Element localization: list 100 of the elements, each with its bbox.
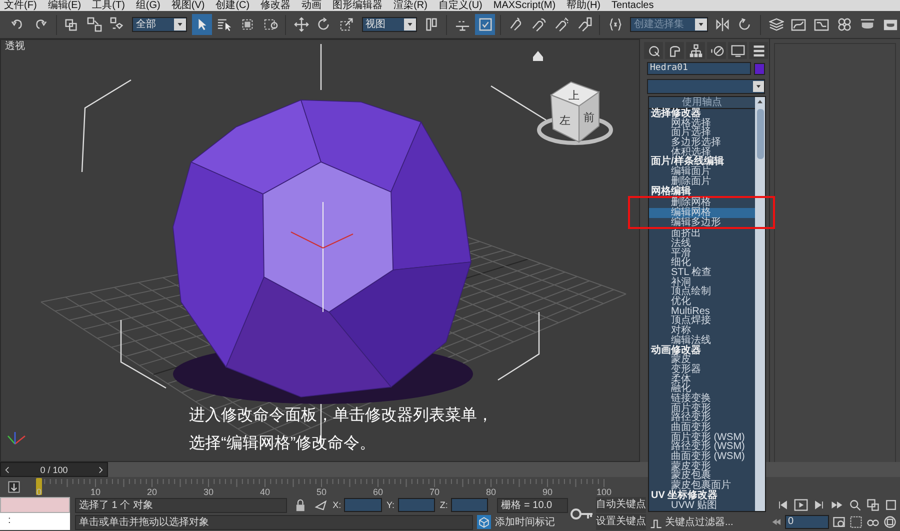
create-icon[interactable] xyxy=(644,42,663,59)
menu-item[interactable]: 修改器 xyxy=(260,0,291,11)
list-item[interactable]: 编辑网格 xyxy=(649,208,755,218)
time-config-icon[interactable] xyxy=(832,515,846,529)
script-output-field[interactable]: : xyxy=(0,513,70,530)
coordinate-field[interactable] xyxy=(398,498,435,512)
previous-frame-icon[interactable] xyxy=(776,498,790,512)
zoom-icon[interactable] xyxy=(848,498,862,512)
list-item[interactable]: 融化 xyxy=(649,384,755,394)
list-item[interactable]: 网格选择 xyxy=(649,118,755,128)
set-key-button[interactable]: 设置关键点 xyxy=(596,514,646,530)
menu-item[interactable]: 工具(T) xyxy=(92,0,125,11)
coordinate-field[interactable] xyxy=(344,498,382,512)
checkbox-icon[interactable] xyxy=(475,14,495,35)
pivot-gizmo-icon xyxy=(290,202,354,312)
list-item[interactable]: 细化 xyxy=(649,258,755,268)
viewcube-label[interactable]: 左 xyxy=(560,115,570,127)
modifier-list-dropdown[interactable] xyxy=(647,79,765,94)
list-item[interactable]: 蒙皮包裹面片 xyxy=(649,481,755,491)
list-item[interactable]: 优化 xyxy=(649,297,755,307)
menu-item[interactable]: 编辑(E) xyxy=(48,0,82,11)
menu-item[interactable]: Tentacles xyxy=(612,0,654,11)
menu-item[interactable]: 图形编辑器 xyxy=(332,0,383,11)
list-heading[interactable]: UV 坐标修改器 xyxy=(649,490,755,500)
list-item[interactable]: 变形器 xyxy=(649,364,755,375)
motion-icon[interactable] xyxy=(707,42,726,59)
list-item[interactable]: 法线 xyxy=(649,238,755,249)
cursor-icon[interactable] xyxy=(192,14,212,35)
list-item[interactable]: 多边形选择 xyxy=(649,138,755,148)
list-header[interactable]: 使用轴点 xyxy=(649,97,755,109)
lock-icon[interactable] xyxy=(294,498,307,512)
list-item[interactable]: 平滑 xyxy=(649,248,755,258)
list-item[interactable]: 删除面片 xyxy=(649,176,755,186)
coordinate-label: Z: xyxy=(440,499,448,511)
object-color-swatch[interactable] xyxy=(754,62,765,74)
frame-label: 50 xyxy=(316,487,326,497)
list-item[interactable]: 顶点绘制 xyxy=(649,287,755,298)
viewcube-label[interactable]: 前 xyxy=(584,112,594,124)
frame-label: 60 xyxy=(373,487,383,497)
time-tag-text[interactable]: 添加时间标记 xyxy=(495,516,555,528)
orbit-icon[interactable] xyxy=(883,515,897,529)
list-item[interactable]: 编辑多边形 xyxy=(649,218,755,228)
go-to-start-icon[interactable] xyxy=(770,516,782,528)
hierarchy-icon[interactable] xyxy=(686,42,705,59)
list-item[interactable]: 蒙皮 xyxy=(649,355,755,365)
zoom-extents-icon[interactable] xyxy=(884,498,898,512)
list-item[interactable]: 面片变形 xyxy=(649,404,755,414)
viewcube[interactable]: 上 左 前 xyxy=(537,81,613,145)
coordinate-field[interactable] xyxy=(450,498,488,512)
script-listener-field[interactable] xyxy=(0,497,70,513)
frame-label: 40 xyxy=(260,487,270,497)
menu-item[interactable]: 创建(C) xyxy=(216,0,250,11)
scrollbar[interactable] xyxy=(755,97,765,511)
list-item[interactable]: 曲面变形 xyxy=(649,423,755,433)
key-filters-button[interactable]: 关键点过滤器... xyxy=(665,516,734,530)
object-name-field[interactable]: Hedra01 xyxy=(647,62,751,75)
list-item[interactable]: 链接变换 xyxy=(649,394,755,404)
dropdown[interactable]: 视图 xyxy=(362,17,417,32)
list-item[interactable]: 蒙皮变形 xyxy=(649,462,755,472)
key-curve-icon[interactable] xyxy=(650,516,663,530)
dropdown[interactable]: 全部 xyxy=(132,17,187,32)
viewport-label[interactable]: 透视 xyxy=(5,41,25,52)
list-item[interactable]: 对称 xyxy=(649,326,755,336)
display-icon[interactable] xyxy=(728,42,747,59)
viewcube-label[interactable]: 上 xyxy=(568,90,580,102)
list-item[interactable]: 柔体 xyxy=(649,374,755,384)
menu-item[interactable]: 视图(V) xyxy=(171,0,205,11)
scroll-thumb[interactable] xyxy=(756,109,764,159)
menu-item[interactable]: MAXScript(M) xyxy=(493,0,556,11)
next-frame-icon[interactable] xyxy=(812,498,826,512)
polyhedron-drawing[interactable] xyxy=(172,99,473,404)
list-heading[interactable]: 网格编辑 xyxy=(649,186,755,196)
auto-key-button[interactable]: 自动关键点 xyxy=(596,497,646,513)
menu-item[interactable]: 动画 xyxy=(302,0,322,11)
caret-icon xyxy=(694,18,707,31)
list-item[interactable]: 删除网格 xyxy=(649,198,755,208)
menu-item[interactable]: 帮助(H) xyxy=(566,0,600,11)
list-item[interactable]: 编辑法线 xyxy=(649,336,755,346)
zoom-region-icon[interactable] xyxy=(849,515,863,529)
home-icon[interactable] xyxy=(533,51,543,61)
list-item[interactable]: 曲面变形 (WSM) xyxy=(649,452,755,462)
modify-icon[interactable] xyxy=(665,42,684,59)
list-heading[interactable]: 动画修改器 xyxy=(649,346,755,356)
utilities-icon[interactable] xyxy=(749,42,768,59)
list-item[interactable]: 编辑面片 xyxy=(649,167,755,177)
menu-item[interactable]: 组(G) xyxy=(136,0,160,11)
axis-tripod-icon xyxy=(8,432,26,444)
zoom-all-icon[interactable] xyxy=(866,498,880,512)
list-item[interactable]: UVW 贴图 xyxy=(649,500,755,510)
list-item[interactable]: STL 检查 xyxy=(649,268,755,278)
timeline-ruler[interactable]: 0 10 20 30 40 50 60 70 80 90 100 xyxy=(33,477,643,497)
list-heading[interactable]: 选择修改器 xyxy=(649,109,755,119)
frame-field[interactable]: 0 xyxy=(785,515,829,529)
play-icon[interactable] xyxy=(794,498,808,512)
absolute-mode-icon[interactable] xyxy=(314,498,328,512)
cube-icon[interactable] xyxy=(477,515,491,529)
key-mode-icon[interactable] xyxy=(7,480,21,494)
list-item[interactable]: 面片变形 (WSM) xyxy=(649,432,755,442)
time-slider-handle[interactable]: 0 / 100 xyxy=(0,462,108,477)
list-item[interactable]: 路径变形 xyxy=(649,413,755,423)
